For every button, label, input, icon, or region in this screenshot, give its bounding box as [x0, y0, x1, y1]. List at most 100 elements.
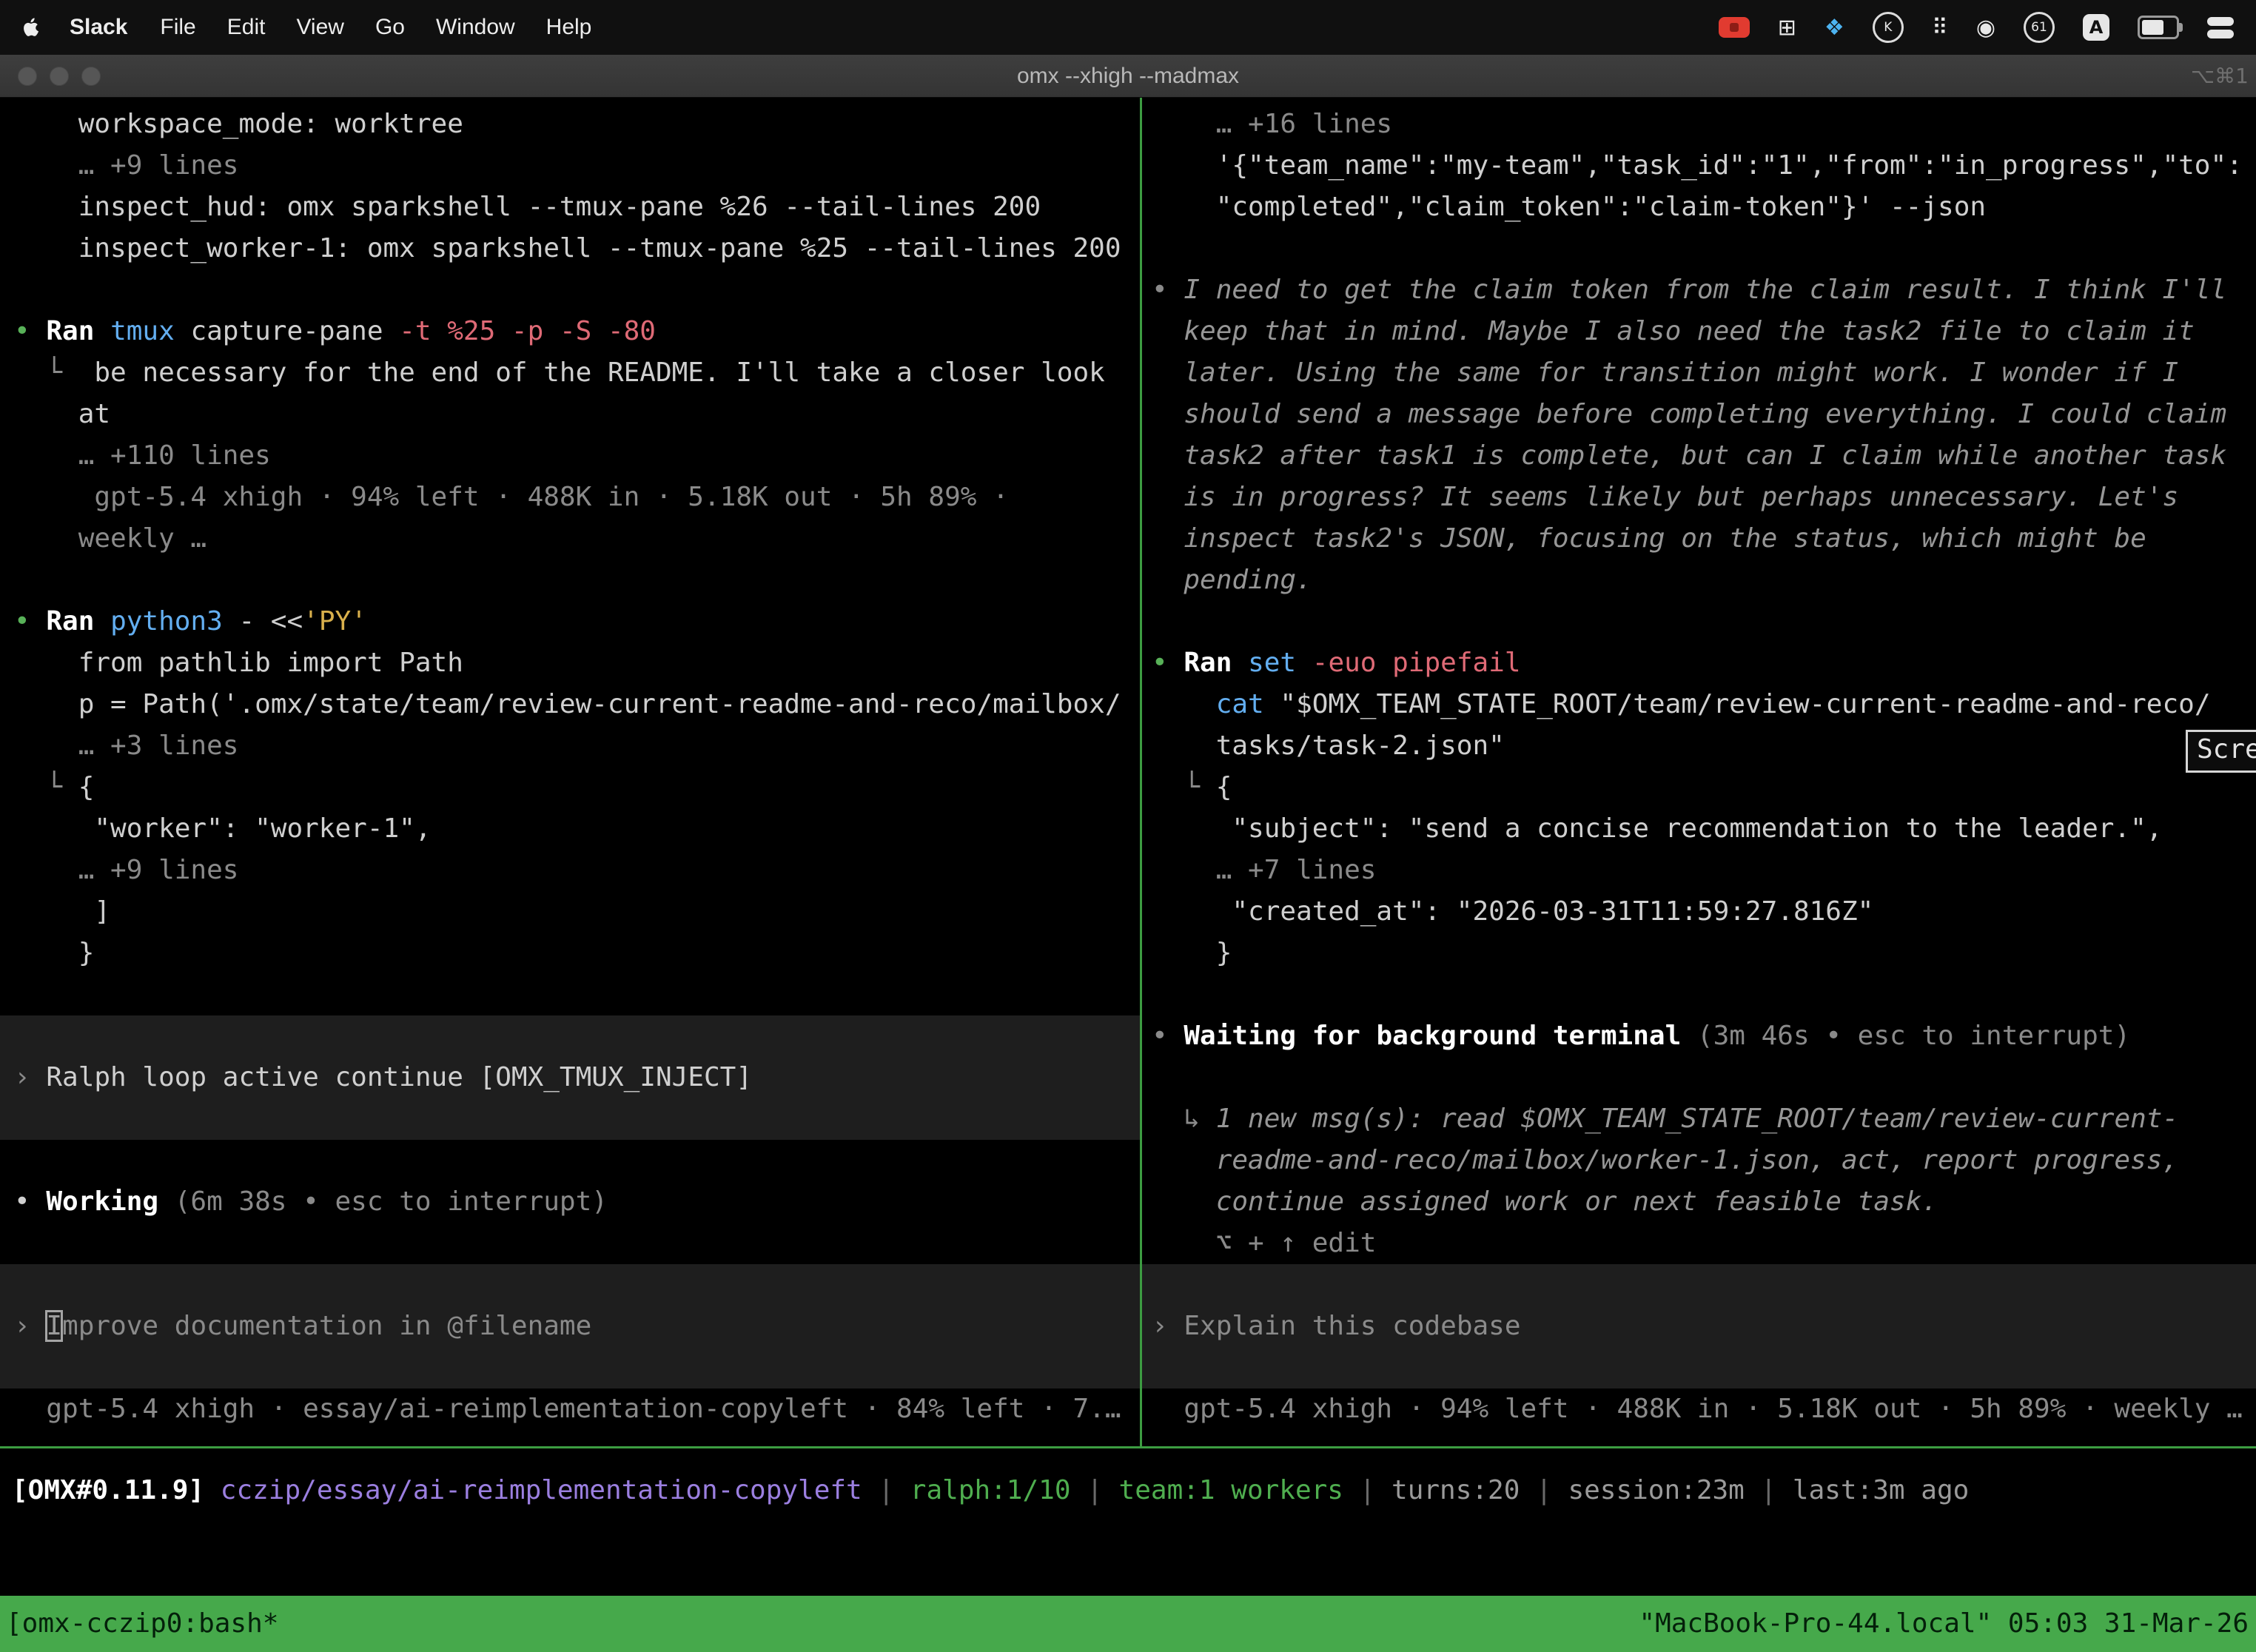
- text-segment: •: [14, 606, 46, 637]
- text-segment: I need to get the claim token from the c…: [1184, 275, 2226, 305]
- terminal-line: }: [1152, 933, 2256, 974]
- terminal-line: [1152, 601, 2256, 642]
- text-segment: └: [1152, 772, 1216, 802]
- terminal-line: task2 after task1 is complete, but can I…: [1152, 435, 2256, 477]
- text-segment: 1 new msg(s): read $OMX_TEAM_STATE_ROOT/…: [1216, 1104, 2178, 1134]
- text-segment: ›: [14, 1062, 46, 1092]
- menu-item-window[interactable]: Window: [436, 15, 515, 39]
- text-segment: Ralph loop active continue [OMX_TMUX_INJ…: [46, 1062, 752, 1092]
- screen-recording-indicator[interactable]: [1719, 17, 1750, 38]
- terminal-line: workspace_mode: worktree: [14, 104, 1140, 145]
- window-title-bar[interactable]: omx --xhigh --madmax ⌥⌘1: [0, 55, 2256, 98]
- menu-app-name[interactable]: Slack: [70, 15, 127, 40]
- text-segment: team:1 workers: [1119, 1475, 1343, 1505]
- prompt-suggestion[interactable]: [0, 1264, 1140, 1306]
- text-segment: -t %25 -p -S -80: [399, 316, 656, 346]
- text-segment: capture-pane: [190, 316, 399, 346]
- text-segment: "$OMX_TEAM_STATE_ROOT/team/review-curren…: [1280, 689, 2210, 719]
- terminal-line: [1152, 974, 2256, 1015]
- text-segment: be necessary for the end of the README. …: [94, 357, 1104, 388]
- text-segment: … +110 lines: [14, 440, 271, 471]
- menu-item-go[interactable]: Go: [375, 15, 405, 39]
- menu-item-edit[interactable]: Edit: [227, 15, 266, 39]
- text-segment: |: [1745, 1475, 1793, 1505]
- terminal-line: inspect_worker-1: omx sparkshell --tmux-…: [14, 228, 1140, 269]
- text-segment: should send a message before completing …: [1152, 399, 2226, 429]
- terminal-line: pending.: [1152, 560, 2256, 601]
- text-segment: ↳: [1152, 1104, 1216, 1134]
- terminal-pane-left[interactable]: workspace_mode: worktree … +9 lines insp…: [0, 98, 1140, 1446]
- tmux-status-bar: [omx-cczip0:bash* "MacBook-Pro-44.local"…: [0, 1596, 2256, 1652]
- terminal-line: [1152, 228, 2256, 269]
- text-segment: - <<: [238, 606, 303, 637]
- terminal-line: "worker": "worker-1",: [14, 808, 1140, 850]
- input-source-a-icon[interactable]: A: [2083, 14, 2109, 41]
- text-segment: inspect task2's JSON, focusing on the st…: [1152, 523, 2146, 554]
- menu-bar-left: Slack File Edit View Go Window Help: [22, 15, 622, 40]
- terminal-line: [14, 974, 1140, 1015]
- text-segment: session:23m: [1568, 1475, 1744, 1505]
- text-segment: {: [78, 772, 95, 802]
- battery-percentage-badge[interactable]: 61: [2024, 12, 2055, 43]
- text-segment: ⌥ + ↑ edit: [1152, 1228, 1376, 1258]
- close-button[interactable]: [18, 67, 37, 86]
- terminal-line: continue assigned work or next feasible …: [1152, 1181, 2256, 1223]
- battery-icon[interactable]: [2138, 16, 2179, 39]
- omx-status-line: [OMX#0.11.9] cczip/essay/ai-reimplementa…: [12, 1470, 2256, 1511]
- text-segment: weekly …: [14, 523, 207, 554]
- text-segment: '{"team_name":"my-team","task_id":"1","f…: [1152, 150, 2243, 181]
- text-segment: "worker": "worker-1",: [14, 813, 432, 844]
- text-segment: •: [1152, 275, 1184, 305]
- sparkle-app-icon[interactable]: ❖: [1824, 15, 1844, 41]
- menu-item-file[interactable]: File: [160, 15, 195, 39]
- menu-item-help[interactable]: Help: [546, 15, 592, 39]
- text-segment: }: [1152, 938, 1232, 968]
- apple-menu-icon[interactable]: [22, 16, 41, 38]
- control-center-icon[interactable]: [2207, 17, 2234, 38]
- text-segment: Ran: [46, 606, 110, 637]
- battery-fill: [2142, 20, 2163, 35]
- k-circle-icon[interactable]: K: [1873, 12, 1904, 43]
- text-segment: task2 after task1 is complete, but can I…: [1152, 440, 2226, 471]
- text-segment: turns:20: [1391, 1475, 1520, 1505]
- terminal-line: … +110 lines: [14, 435, 1140, 477]
- terminal-line: └ {: [14, 767, 1140, 808]
- text-segment: at: [14, 399, 110, 429]
- keyboard-grid-icon[interactable]: ⊞: [1778, 15, 1796, 41]
- prompt-suggestion[interactable]: [0, 1347, 1140, 1389]
- text-segment: •: [14, 316, 46, 346]
- braille-grid-icon[interactable]: ⠿: [1932, 15, 1948, 41]
- text-segment: continue assigned work or next feasible …: [1152, 1186, 1938, 1217]
- text-segment: •: [14, 1186, 46, 1217]
- text-segment: Working: [46, 1186, 174, 1217]
- terminal-line: keep that in mind. Maybe I also need the…: [1152, 311, 2256, 352]
- prompt-suggestion[interactable]: [0, 1098, 1140, 1140]
- terminal-line: [14, 269, 1140, 311]
- prompt-suggestion[interactable]: › Ralph loop active continue [OMX_TMUX_I…: [0, 1057, 1140, 1098]
- terminal-line: ↳ 1 new msg(s): read $OMX_TEAM_STATE_ROO…: [1152, 1098, 2256, 1140]
- text-segment: … +9 lines: [14, 855, 238, 885]
- minimize-button[interactable]: [50, 67, 69, 86]
- target-icon[interactable]: ◉: [1976, 15, 1995, 41]
- prompt-suggestion[interactable]: [0, 1015, 1140, 1057]
- prompt-suggestion[interactable]: [1142, 1347, 2256, 1389]
- prompt-suggestion[interactable]: [1142, 1264, 2256, 1306]
- terminal-line: weekly …: [14, 518, 1140, 560]
- text-segment: (3m 46s • esc to interrupt): [1697, 1021, 2130, 1051]
- text-segment: Explain this codebase: [1184, 1311, 1520, 1341]
- terminal-line: later. Using the same for transition mig…: [1152, 352, 2256, 394]
- prompt-suggestion[interactable]: › Explain this codebase: [1142, 1306, 2256, 1347]
- text-segment: •: [1152, 648, 1184, 678]
- zoom-button[interactable]: [81, 67, 101, 86]
- text-segment: is in progress? It seems likely but perh…: [1152, 482, 2178, 512]
- terminal-line: • I need to get the claim token from the…: [1152, 269, 2256, 311]
- menu-item-view[interactable]: View: [296, 15, 343, 39]
- terminal-line: inspect_hud: omx sparkshell --tmux-pane …: [14, 187, 1140, 228]
- prompt-suggestion[interactable]: › Improve documentation in @filename: [0, 1306, 1140, 1347]
- text-segment: [OMX#0.11.9]: [12, 1475, 204, 1505]
- text-segment: … +3 lines: [14, 731, 238, 761]
- text-segment: tmux: [110, 316, 190, 346]
- terminal-line: at: [14, 394, 1140, 435]
- terminal-pane-right[interactable]: … +16 lines '{"team_name":"my-team","tas…: [1142, 98, 2256, 1446]
- terminal-line: is in progress? It seems likely but perh…: [1152, 477, 2256, 518]
